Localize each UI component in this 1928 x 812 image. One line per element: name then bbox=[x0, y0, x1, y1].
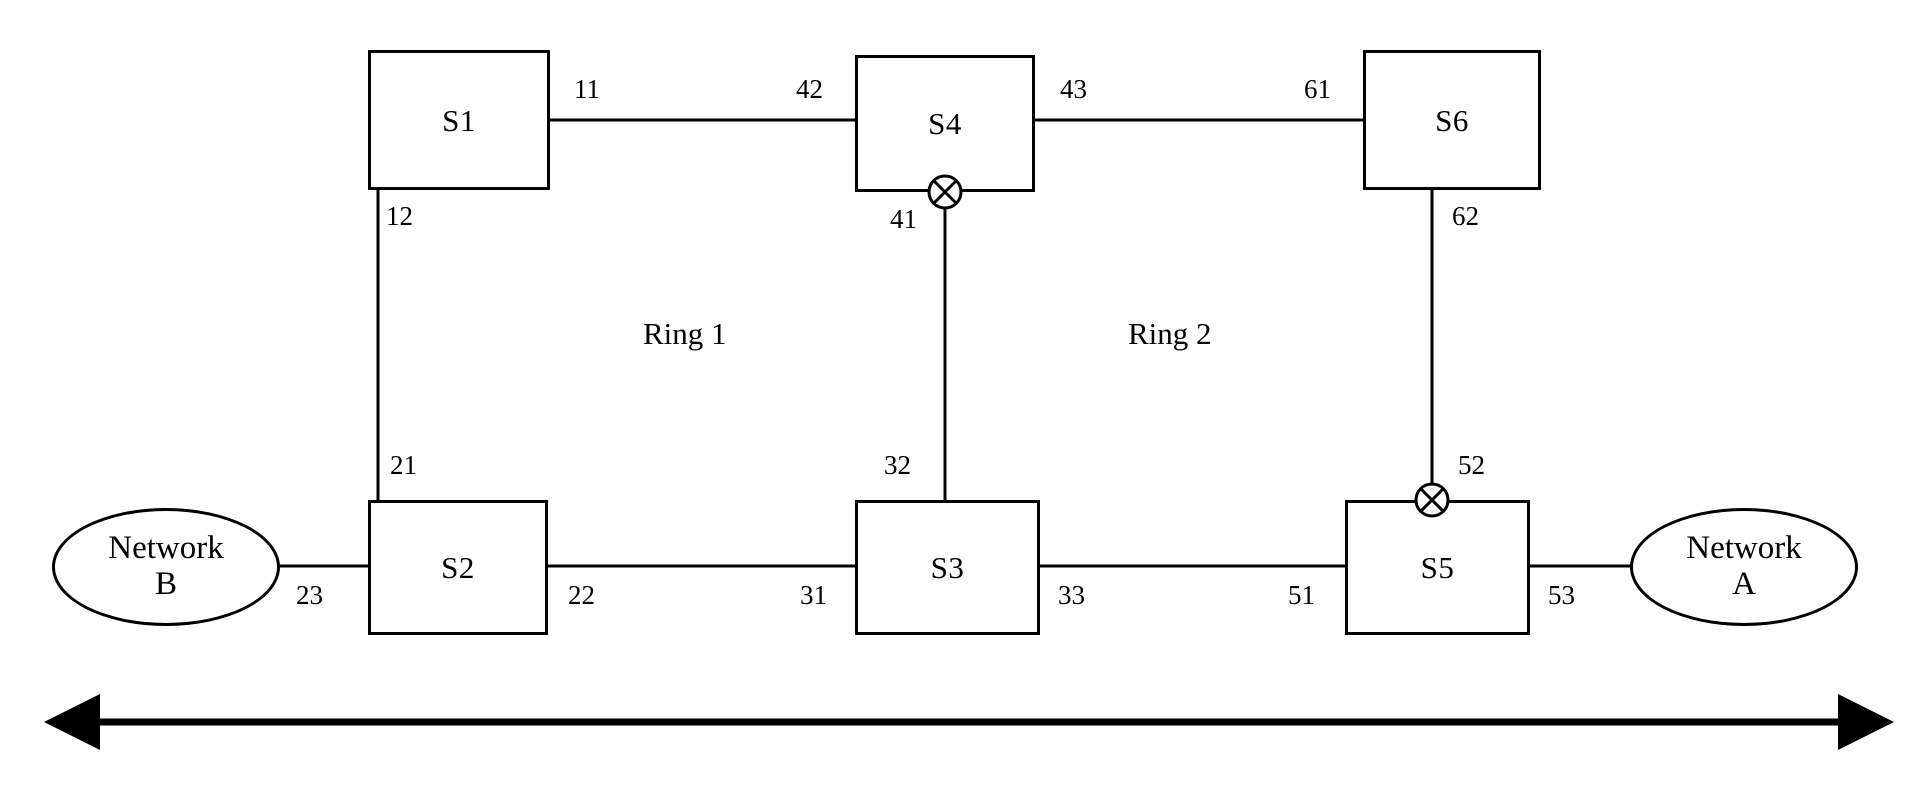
network-cloud-b-line1: Network bbox=[108, 530, 224, 567]
switch-label-s3: S3 bbox=[930, 550, 965, 585]
switch-node-s5[interactable]: S5 bbox=[1345, 500, 1530, 635]
span-arrow-head-right bbox=[1838, 694, 1894, 750]
port-label-32: 32 bbox=[884, 450, 911, 480]
network-cloud-a-line2: A bbox=[1732, 566, 1756, 602]
switch-label-s2: S2 bbox=[441, 550, 475, 585]
port-label-43: 43 bbox=[1060, 74, 1087, 104]
span-arrow bbox=[44, 694, 1894, 750]
network-cloud-a-line1: Network bbox=[1686, 530, 1802, 567]
blocked-port-icon-52[interactable] bbox=[1413, 481, 1451, 519]
network-cloud-b[interactable]: Network B bbox=[52, 508, 280, 626]
ring-area-label-2: Ring 2 bbox=[1128, 316, 1212, 351]
blocked-port-icon-41[interactable] bbox=[926, 173, 964, 211]
switch-node-s3[interactable]: S3 bbox=[855, 500, 1040, 635]
port-label-61: 61 bbox=[1304, 74, 1331, 104]
network-cloud-b-line2: B bbox=[154, 566, 177, 602]
port-label-23: 23 bbox=[296, 580, 323, 610]
port-label-31: 31 bbox=[800, 580, 827, 610]
span-arrow-head-left bbox=[44, 694, 100, 750]
port-label-52: 52 bbox=[1458, 450, 1485, 480]
switch-label-s6: S6 bbox=[1435, 102, 1469, 138]
switch-label-s1: S1 bbox=[442, 102, 476, 138]
port-label-42: 42 bbox=[796, 74, 823, 104]
port-label-41: 41 bbox=[890, 204, 917, 234]
port-label-53: 53 bbox=[1548, 580, 1575, 610]
switch-node-s1[interactable]: S1 bbox=[368, 50, 550, 190]
port-label-12: 12 bbox=[386, 201, 413, 231]
ring-area-label-1: Ring 1 bbox=[643, 316, 727, 351]
port-label-62: 62 bbox=[1452, 201, 1479, 231]
switch-label-s4: S4 bbox=[928, 106, 962, 141]
port-label-51: 51 bbox=[1288, 580, 1315, 610]
switch-node-s2[interactable]: S2 bbox=[368, 500, 548, 635]
switch-label-s5: S5 bbox=[1420, 550, 1455, 585]
port-label-22: 22 bbox=[568, 580, 595, 610]
port-label-21: 21 bbox=[390, 450, 417, 480]
switch-node-s4[interactable]: S4 bbox=[855, 55, 1035, 192]
network-cloud-a[interactable]: Network A bbox=[1630, 508, 1858, 626]
network-diagram-canvas: S1 S4 S6 S2 S3 S5 Network B Network A Ri… bbox=[0, 0, 1928, 812]
port-label-11: 11 bbox=[574, 74, 600, 104]
port-label-33: 33 bbox=[1058, 580, 1085, 610]
switch-node-s6[interactable]: S6 bbox=[1363, 50, 1541, 190]
